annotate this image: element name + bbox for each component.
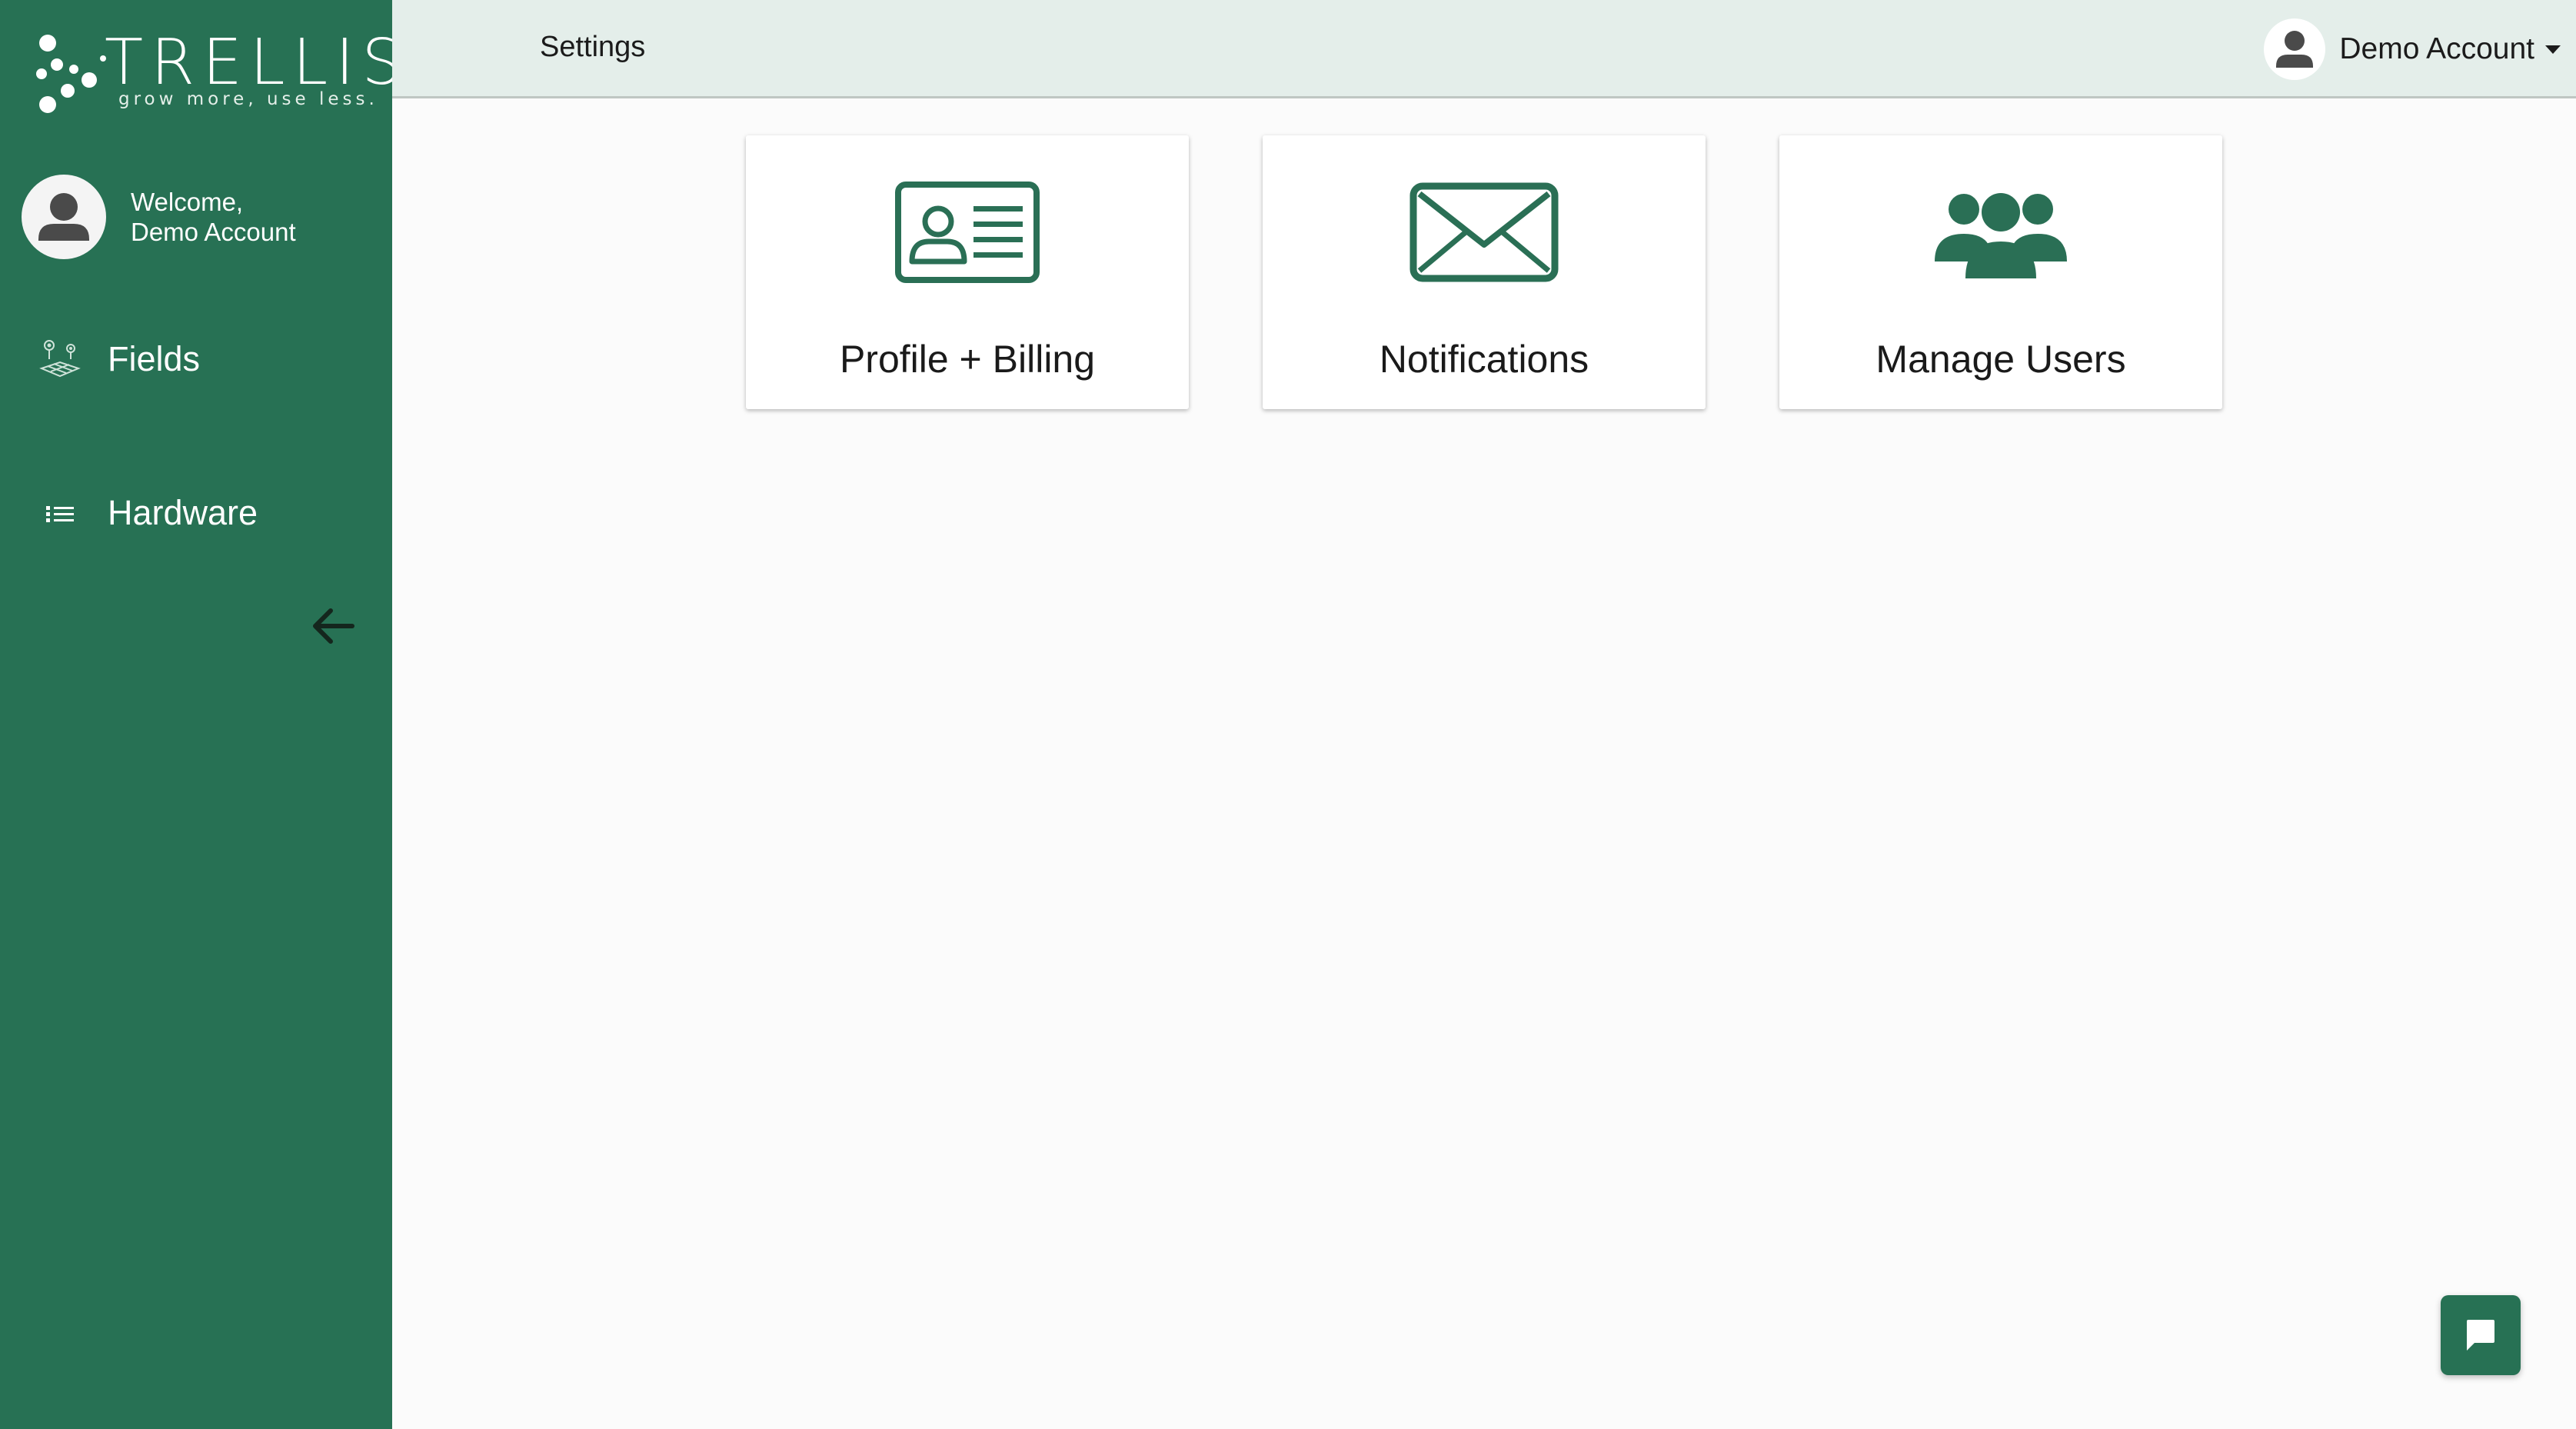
avatar[interactable] (22, 175, 106, 259)
welcome-username: Demo Account (131, 218, 296, 246)
top-bar: Settings Demo Account (392, 0, 2576, 98)
logo-dots-icon (36, 35, 106, 113)
sidebar-item-label: Hardware (108, 493, 258, 532)
user-avatar-icon (2276, 31, 2314, 68)
user-avatar-icon (38, 193, 89, 241)
sidebar-item-fields[interactable]: Fields (37, 332, 200, 386)
envelope-icon (1409, 182, 1559, 282)
welcome-text: Welcome, Demo Account (131, 187, 296, 247)
sidebar-item-hardware[interactable]: Hardware (37, 486, 258, 540)
sidebar: TRELLIS grow more, use less. Welcome, De… (0, 0, 401, 1429)
profile-billing-card[interactable]: Profile + Billing (746, 135, 1189, 409)
avatar (2264, 18, 2326, 80)
chat-bubble-icon (2467, 1320, 2494, 1351)
sidebar-item-label: Fields (108, 339, 201, 378)
logo-tagline: grow more, use less. (118, 89, 378, 109)
id-card-icon (895, 182, 1040, 283)
app: TRELLIS grow more, use less. Welcome, De… (0, 0, 2576, 1429)
page-title: Settings (540, 31, 646, 63)
collapse-sidebar-button[interactable] (308, 600, 360, 652)
card-label: Notifications (1379, 338, 1589, 381)
manage-users-card[interactable]: Manage Users (1779, 135, 2222, 409)
account-name: Demo Account (2339, 32, 2534, 65)
card-label: Profile + Billing (839, 338, 1096, 381)
account-menu[interactable]: Demo Account (2264, 15, 2576, 83)
card-label: Manage Users (1875, 338, 2126, 381)
logo-wordmark: TRELLIS (105, 26, 410, 99)
arrow-left-icon (313, 608, 354, 644)
fields-map-icon (39, 340, 81, 378)
chat-button[interactable] (2441, 1295, 2521, 1375)
users-group-icon (1935, 193, 2067, 278)
chevron-down-icon (2545, 45, 2561, 54)
notifications-card[interactable]: Notifications (1263, 135, 1706, 409)
welcome-greeting: Welcome, (131, 188, 244, 216)
trellis-logo[interactable]: TRELLIS grow more, use less. (34, 31, 401, 117)
welcome-block: Welcome, Demo Account (22, 174, 296, 260)
list-icon (46, 506, 74, 522)
